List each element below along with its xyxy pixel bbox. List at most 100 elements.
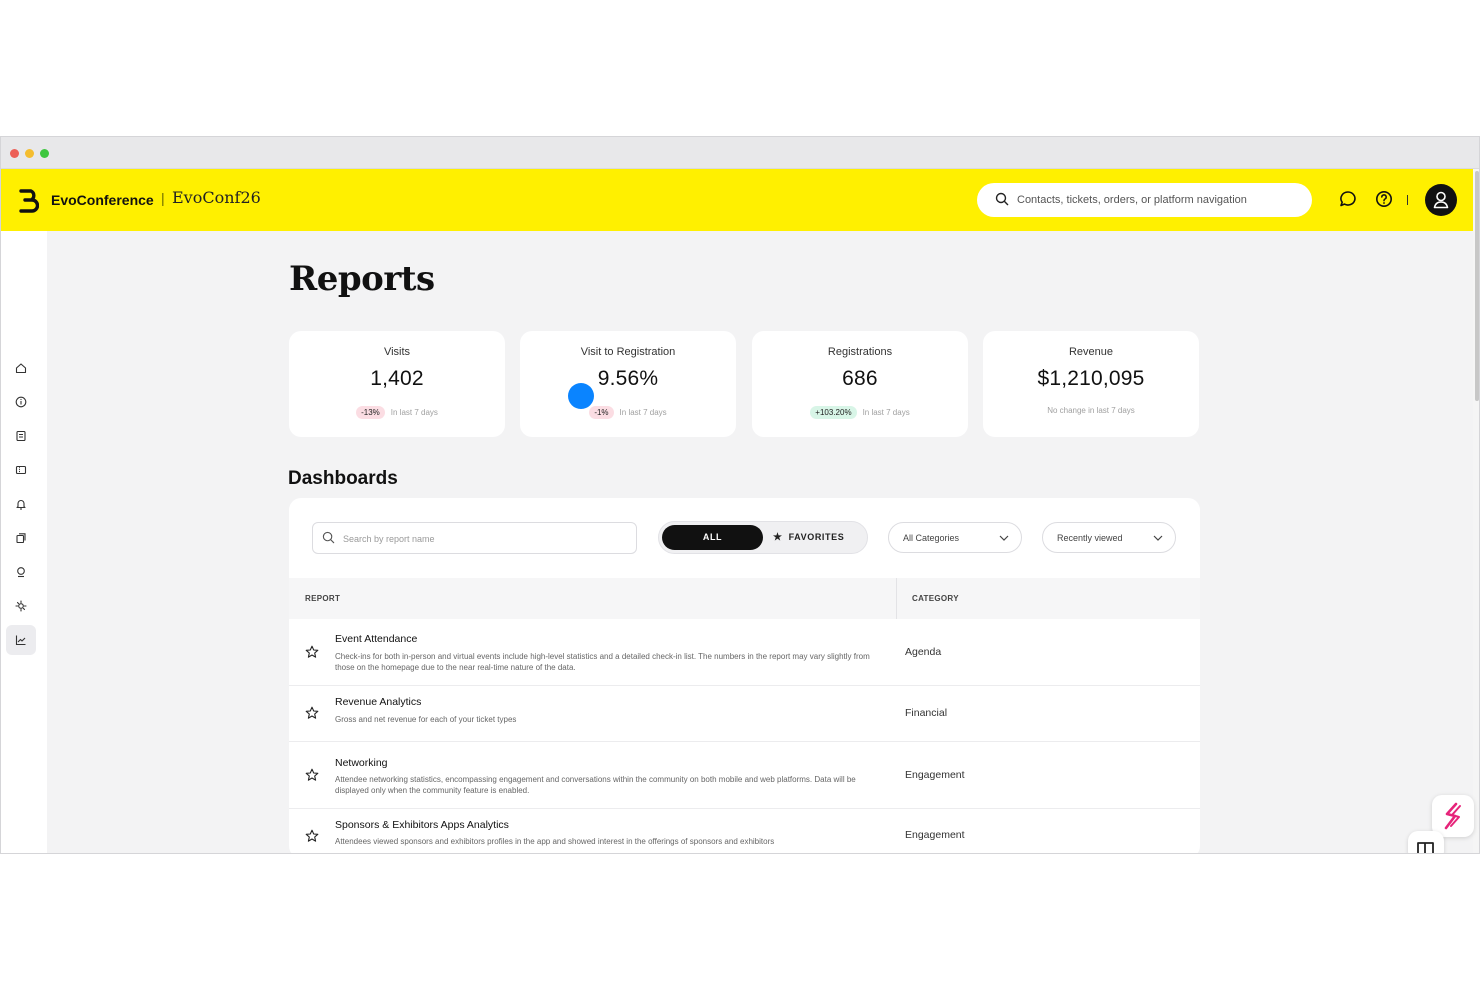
stat-card-visits[interactable]: Visits 1,402 -13% In last 7 days [289,331,505,437]
search-icon [322,531,335,544]
report-search-input[interactable] [343,530,623,548]
stat-label: Visits [383,346,411,358]
brand-separator: | [161,190,165,206]
reports-icon [15,635,26,646]
stat-label: Revenue [1068,346,1114,358]
chevron-down-icon [999,535,1009,541]
sort-select[interactable]: Recently viewed [1042,522,1176,553]
stat-card-visit-to-registration[interactable]: Visit to Registration 9.56% -1% In last … [520,331,736,437]
report-name[interactable]: Networking [335,757,388,769]
favorite-star-icon[interactable] [305,829,319,843]
global-search-input[interactable] [1017,189,1302,211]
stat-card-registrations[interactable]: Registrations 686 +103.20% In last 7 day… [752,331,968,437]
column-header-report[interactable]: REPORT [305,594,340,603]
report-category: Engagement [905,769,965,781]
sidebar-item-location[interactable] [6,557,36,587]
floating-help-button[interactable] [1408,831,1444,853]
table-row[interactable]: Revenue Analytics Gross and net revenue … [289,686,1200,742]
stat-note: No change in last 7 days [1047,406,1135,415]
table-row[interactable]: Event Attendance Check-ins for both in-p… [289,619,1200,686]
change-badge: +103.20% [810,406,857,419]
scrollbar-thumb[interactable] [1475,171,1479,401]
filter-toggle: ALL ★ FAVORITES [658,521,868,554]
window-titlebar [1,137,1479,169]
cursor-indicator [568,383,594,409]
category-select[interactable]: All Categories [888,522,1022,553]
sidebar-item-info[interactable] [6,387,36,417]
sidebar-item-reports[interactable] [6,625,36,655]
book-icon [1417,842,1434,853]
change-badge: -13% [356,406,385,419]
stat-note: In last 7 days [862,408,910,417]
dashboards-title: Dashboards [288,468,398,489]
report-description: Gross and net revenue for each of your t… [335,715,517,724]
chevron-down-icon [1153,535,1163,541]
table-row[interactable]: Sponsors & Exhibitors Apps Analytics Att… [289,809,1200,853]
stat-card-revenue[interactable]: Revenue $1,210,095 No change in last 7 d… [983,331,1199,437]
maximize-window-button[interactable] [40,149,49,158]
report-description: Attendee networking statistics, encompas… [335,775,856,795]
table-row[interactable]: Networking Attendee networking statistic… [289,742,1200,809]
event-name[interactable]: EvoConf26 [172,188,261,207]
report-name[interactable]: Revenue Analytics [335,696,421,708]
stat-note: In last 7 days [619,408,667,417]
report-description: Attendees viewed sponsors and exhibitors… [335,837,775,846]
report-description: Check-ins for both in-person and virtual… [335,652,870,672]
stat-footer: -13% In last 7 days [289,406,505,419]
stat-value: 9.56% [597,367,659,390]
help-icon[interactable] [1374,189,1394,209]
table-header: REPORT CATEGORY [289,578,1200,619]
page-scrollbar[interactable] [1473,169,1479,853]
sidebar-item-tickets[interactable] [6,455,36,485]
favorites-label: FAVORITES [788,532,845,542]
column-divider [896,578,897,619]
favorite-star-icon[interactable] [305,706,319,720]
settings-icon [15,600,27,612]
stat-label: Registrations [827,346,893,358]
close-window-button[interactable] [10,149,19,158]
sidebar-item-pages[interactable] [6,523,36,553]
global-search[interactable] [977,183,1312,217]
sidebar-item-home[interactable] [6,353,36,383]
sidebar-item-agenda[interactable] [6,421,36,451]
change-badge: -1% [589,406,614,419]
column-header-category[interactable]: CATEGORY [912,594,959,603]
stat-value: $1,210,095 [1037,367,1145,390]
report-category: Engagement [905,829,965,841]
stat-footer: No change in last 7 days [983,406,1199,415]
report-name[interactable]: Event Attendance [335,633,417,645]
chat-icon[interactable] [1338,189,1358,209]
info-icon [15,396,27,408]
sidebar-item-settings[interactable] [6,591,36,621]
notifications-icon [16,500,26,510]
report-name[interactable]: Sponsors & Exhibitors Apps Analytics [335,819,509,831]
toggle-all-button[interactable]: ALL [662,525,763,550]
pages-icon [16,533,26,544]
favorite-star-icon[interactable] [305,645,319,659]
topbar-divider [1407,195,1408,205]
user-avatar[interactable] [1425,184,1457,216]
stat-footer: +103.20% In last 7 days [752,406,968,419]
brand-name[interactable]: EvoConference [51,192,154,208]
search-icon [995,192,1009,206]
report-category: Agenda [905,646,942,658]
left-sidebar [1,231,47,853]
stat-note: In last 7 days [390,408,438,417]
sidebar-item-notifications[interactable] [6,489,36,519]
brand-logo-icon[interactable] [17,187,39,213]
report-category: Financial [905,707,948,719]
top-navigation-bar: EvoConference | EvoConf26 [1,169,1473,231]
minimize-window-button[interactable] [25,149,34,158]
page-title: Reports [289,259,435,299]
stat-value: 1,402 [370,367,424,390]
toggle-favorites-button[interactable]: ★ FAVORITES [773,525,863,550]
favorite-star-icon[interactable] [305,768,319,782]
stat-value: 686 [842,367,878,390]
sort-select-value: Recently viewed [1057,533,1123,543]
location-icon [17,567,25,578]
user-icon [1433,191,1449,209]
browser-window: EvoConference | EvoConf26 Contacts, tick… [0,136,1480,854]
report-search[interactable] [312,522,637,554]
agenda-icon [16,430,26,442]
star-icon: ★ [773,532,783,543]
